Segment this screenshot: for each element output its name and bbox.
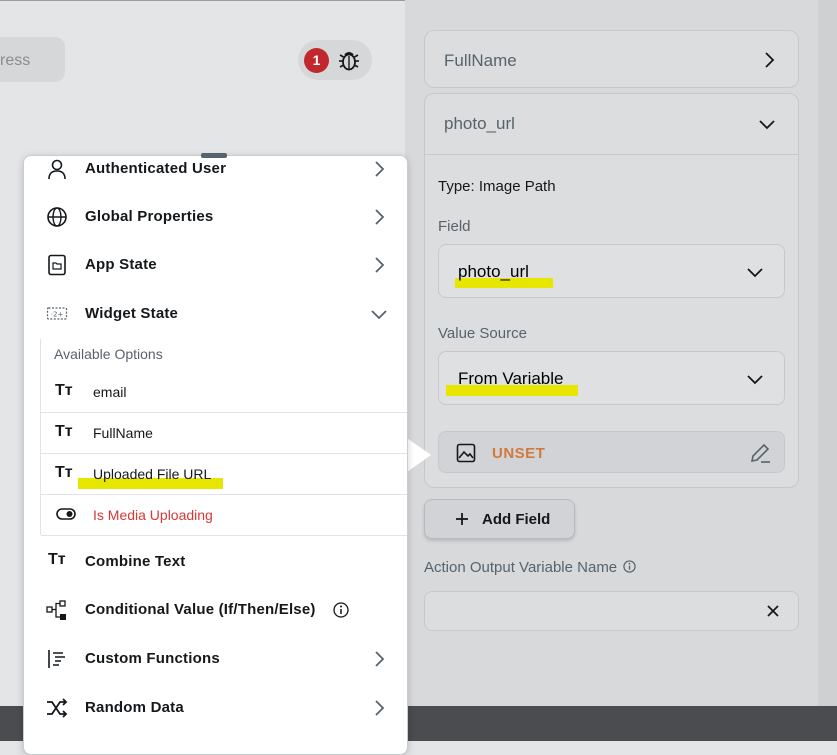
bug-icon: [339, 52, 359, 71]
text-icon: Tт: [55, 464, 73, 481]
menu-item-authenticated-user[interactable]: Authenticated User: [24, 156, 407, 191]
add-field-label: Add Field: [482, 511, 551, 528]
image-icon: [456, 443, 476, 463]
output-variable-label: Action Output Variable Name: [424, 559, 618, 576]
plus-icon: [456, 513, 468, 525]
unset-variable-field[interactable]: UNSET: [438, 431, 785, 473]
text-icon: Tт: [48, 551, 66, 568]
text-icon: Tт: [55, 382, 73, 399]
field-row-photo-url[interactable]: photo_url: [425, 94, 798, 155]
globe-icon: [47, 207, 67, 227]
menu-item-label: Conditional Value (If/Then/Else): [85, 601, 316, 618]
menu-item-label: Custom Functions: [85, 650, 220, 667]
menu-item-conditional-value[interactable]: Conditional Value (If/Then/Else): [24, 588, 407, 632]
menu-item-custom-functions[interactable]: Custom Functions: [24, 637, 407, 681]
chevron-right-icon: [375, 257, 385, 273]
field-select[interactable]: photo_url: [438, 244, 785, 298]
option-is-media-uploading[interactable]: Is Media Uploading: [41, 494, 407, 536]
menu-item-label: App State: [85, 256, 157, 273]
menu-item-global-properties[interactable]: Global Properties: [24, 195, 407, 239]
unset-label: UNSET: [492, 445, 546, 462]
popup-drag-handle[interactable]: [201, 153, 227, 158]
text-icon: Tт: [55, 423, 73, 440]
functions-icon: [48, 650, 65, 668]
type-label: Type: Image Path: [438, 178, 556, 195]
chevron-down-icon: [759, 120, 775, 130]
edit-pencil-icon[interactable]: [748, 441, 772, 465]
menu-item-widget-state[interactable]: ·2+ Widget State: [24, 292, 407, 336]
output-variable-input[interactable]: [424, 591, 799, 631]
option-fullname[interactable]: Tт FullName: [41, 412, 407, 454]
shuffle-icon: [47, 698, 68, 718]
value-source-select[interactable]: From Variable: [438, 351, 785, 405]
chevron-down-icon: [747, 268, 763, 278]
add-field-button[interactable]: Add Field: [424, 499, 575, 539]
available-options-title: Available Options: [54, 346, 163, 362]
chevron-down-icon: [371, 310, 387, 320]
svg-text:·2+: ·2+: [51, 311, 64, 319]
option-label: FullName: [93, 425, 153, 441]
widget-state-icon: ·2+: [46, 307, 68, 320]
option-label: Is Media Uploading: [93, 507, 213, 523]
field-label: Field: [438, 218, 471, 235]
debug-button[interactable]: 1: [298, 40, 372, 80]
app-state-icon: [48, 254, 66, 276]
person-icon: [48, 159, 66, 180]
field-row-label: FullName: [444, 51, 517, 70]
menu-item-label: Widget State: [85, 305, 179, 322]
panel-scroll-edge: [818, 0, 837, 706]
menu-item-random-data[interactable]: Random Data: [24, 686, 407, 730]
chevron-right-icon: [375, 209, 385, 225]
toggle-icon: [56, 508, 76, 520]
info-icon[interactable]: [623, 560, 636, 573]
field-select-value: photo_url: [458, 262, 529, 281]
bug-count-badge: 1: [304, 48, 329, 73]
chevron-right-icon: [375, 700, 385, 716]
menu-item-combine-text[interactable]: Tт Combine Text: [24, 540, 407, 584]
option-email[interactable]: Tт email: [41, 371, 407, 413]
field-row-fullname[interactable]: FullName: [424, 30, 799, 88]
conditional-icon: [46, 600, 66, 620]
value-source-value: From Variable: [458, 369, 564, 388]
chevron-right-icon: [765, 52, 775, 68]
value-source-label: Value Source: [438, 325, 527, 342]
menu-item-label: Random Data: [85, 699, 184, 716]
chevron-right-icon: [375, 161, 385, 177]
menu-item-label: Authenticated User: [85, 160, 227, 177]
option-uploaded-file-url[interactable]: Tт Uploaded File URL: [41, 453, 407, 495]
clear-icon[interactable]: [767, 605, 779, 617]
widget-state-options: Available Options Tт email Tт FullName T…: [40, 339, 407, 536]
popup-pointer: [407, 438, 431, 472]
option-label: Uploaded File URL: [93, 466, 212, 482]
chevron-down-icon: [747, 375, 763, 385]
chevron-right-icon: [375, 651, 385, 667]
menu-item-label: Combine Text: [85, 553, 186, 570]
menu-item-app-state[interactable]: App State: [24, 243, 407, 287]
field-row-label: photo_url: [444, 114, 515, 133]
menu-item-label: Global Properties: [85, 208, 214, 225]
option-label: email: [93, 384, 127, 400]
info-icon[interactable]: [333, 602, 349, 618]
address-field-text: ress: [0, 52, 31, 69]
variable-picker-popup: Authenticated User Global Properties App…: [23, 155, 408, 755]
